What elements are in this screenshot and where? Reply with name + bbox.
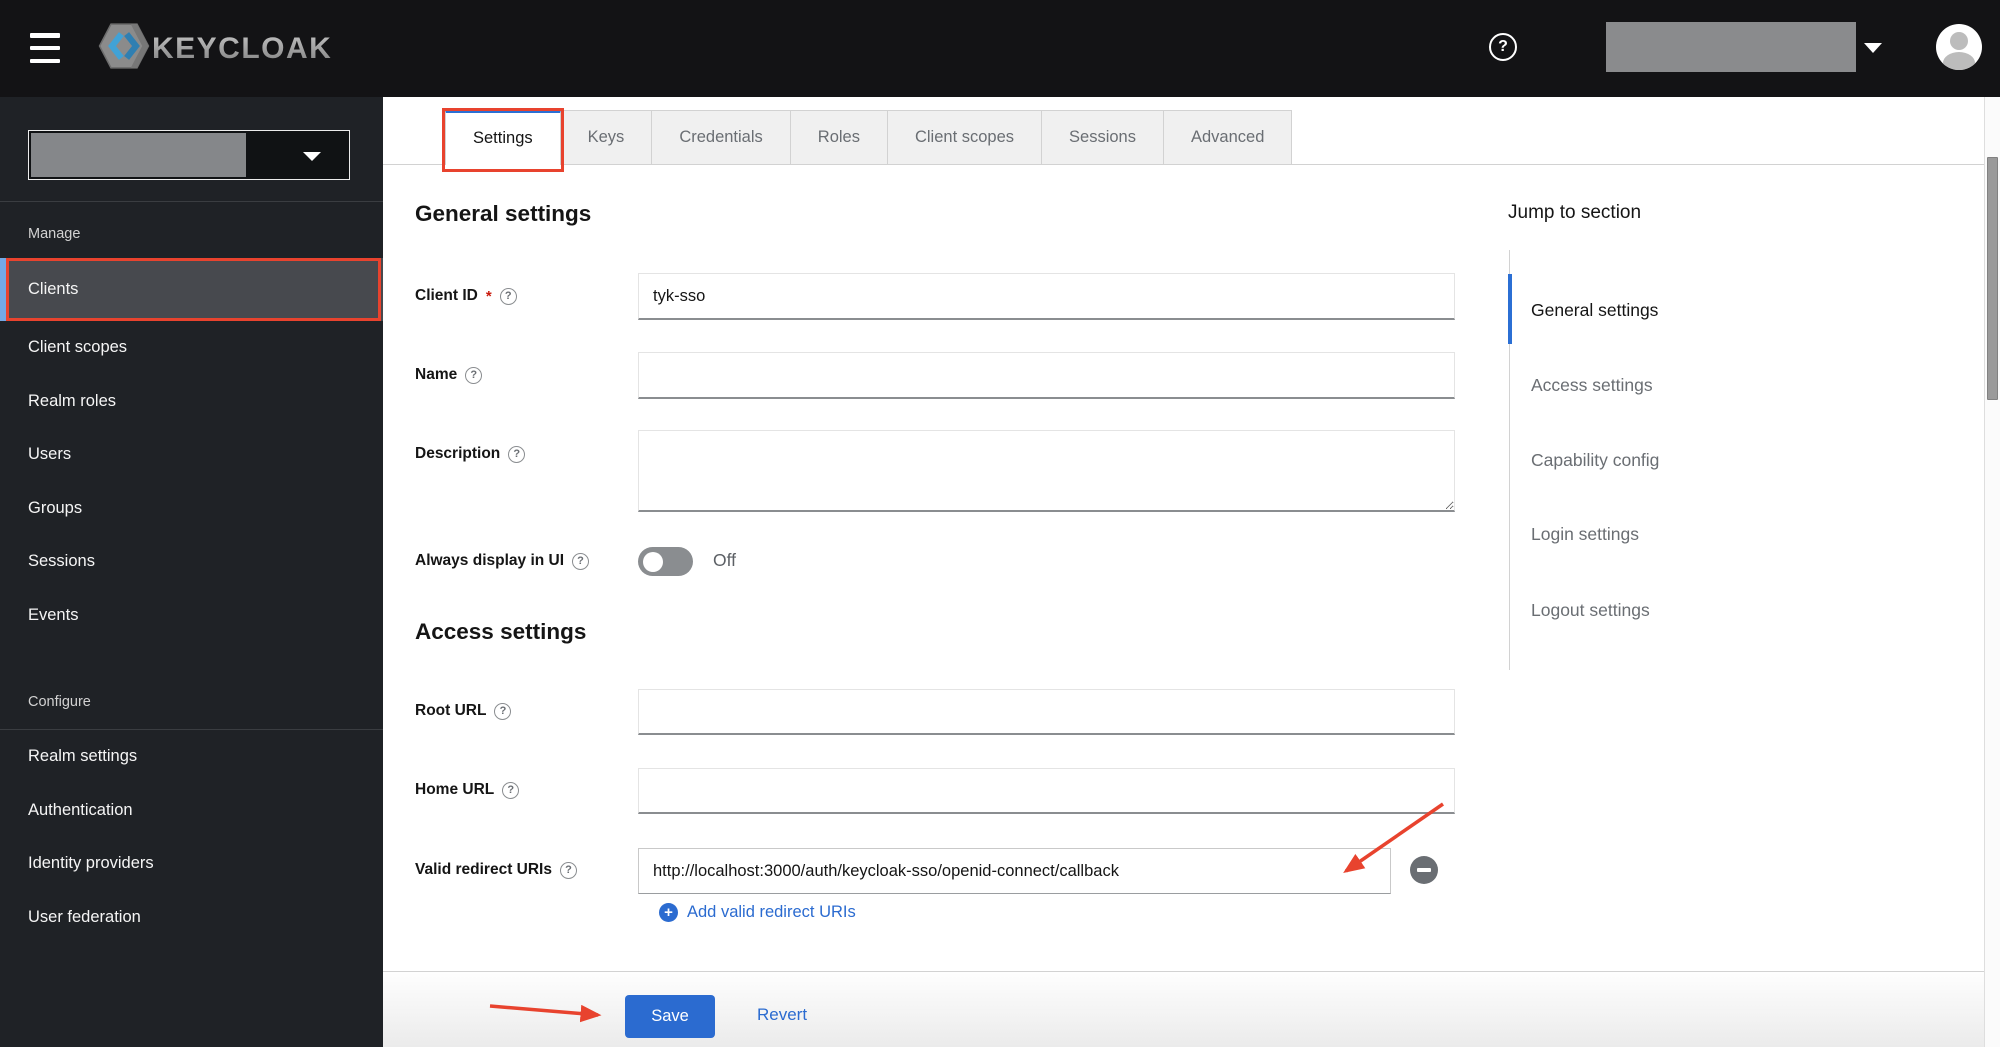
remove-redirect-uri-button[interactable]	[1410, 856, 1438, 884]
help-icon[interactable]: ?	[572, 552, 590, 570]
realm-name-redacted	[31, 133, 246, 177]
sidebar-divider	[0, 201, 383, 202]
home-url-label: Home URL ?	[415, 781, 520, 799]
help-icon[interactable]: ?	[559, 861, 577, 879]
chevron-down-icon[interactable]	[1864, 43, 1882, 53]
name-input[interactable]	[638, 352, 1455, 399]
access-settings-heading: Access settings	[415, 619, 587, 644]
jump-to-section-title: Jump to section	[1508, 202, 1642, 223]
always-display-label: Always display in UI ?	[415, 552, 590, 570]
client-id-label: Client ID * ?	[415, 287, 517, 305]
help-icon[interactable]: ?	[1489, 33, 1517, 61]
add-redirect-uri-link[interactable]: + Add valid redirect URIs	[659, 903, 856, 922]
tab-client-scopes[interactable]: Client scopes	[886, 110, 1043, 164]
keycloak-logo[interactable]: KEYCLOAK	[98, 20, 332, 77]
save-button[interactable]: Save	[625, 995, 715, 1038]
jump-item-general-settings[interactable]: General settings	[1510, 295, 1658, 325]
tab-credentials[interactable]: Credentials	[651, 110, 791, 164]
tab-roles[interactable]: Roles	[789, 110, 888, 164]
main-content: Settings Keys Credentials Roles Client s…	[383, 97, 2000, 1047]
jump-item-capability-config[interactable]: Capability config	[1510, 445, 1659, 475]
name-label: Name ?	[415, 366, 483, 384]
avatar-body-icon	[1943, 52, 1975, 70]
brand-text: KEYCLOAK	[152, 31, 333, 65]
description-textarea[interactable]	[638, 430, 1455, 512]
sidebar-item-realm-roles[interactable]: Realm roles	[0, 375, 383, 429]
avatar[interactable]	[1936, 24, 1982, 70]
keycloak-logo-icon	[98, 20, 150, 77]
sidebar-item-sessions[interactable]: Sessions	[0, 535, 383, 589]
root-url-input[interactable]	[638, 689, 1455, 735]
jump-item-logout-settings[interactable]: Logout settings	[1510, 595, 1650, 625]
description-label: Description ?	[415, 445, 526, 463]
jump-item-login-settings[interactable]: Login settings	[1510, 519, 1639, 549]
nav-section-manage: Manage	[28, 226, 81, 242]
vertical-scrollbar-track[interactable]	[1984, 97, 2000, 1047]
sidebar-item-authentication[interactable]: Authentication	[0, 784, 383, 838]
vertical-scrollbar-thumb[interactable]	[1987, 157, 1998, 400]
home-url-input[interactable]	[638, 768, 1455, 814]
chevron-down-icon	[303, 152, 321, 161]
valid-redirect-uris-label: Valid redirect URIs ?	[415, 861, 577, 879]
hamburger-menu-icon[interactable]	[30, 33, 60, 63]
sidebar-item-user-federation[interactable]: User federation	[0, 891, 383, 945]
form-action-bar: Save Revert	[383, 971, 1984, 1047]
tab-advanced[interactable]: Advanced	[1162, 110, 1293, 164]
plus-circle-icon: +	[659, 903, 678, 922]
tab-settings[interactable]: Settings	[442, 108, 564, 172]
sidebar-item-groups[interactable]: Groups	[0, 482, 383, 536]
jump-item-access-settings[interactable]: Access settings	[1510, 370, 1653, 400]
sidebar-item-client-scopes[interactable]: Client scopes	[0, 321, 383, 375]
nav-section-configure: Configure	[28, 694, 91, 710]
jump-to-section-nav: General settings Access settings Capabil…	[1507, 250, 1809, 670]
toggle-state-label: Off	[713, 550, 737, 570]
sidebar-item-events[interactable]: Events	[0, 589, 383, 643]
user-menu-redacted[interactable]	[1606, 22, 1856, 72]
tab-bar: Settings Keys Credentials Roles Client s…	[383, 108, 1984, 172]
client-id-input[interactable]	[638, 273, 1455, 320]
help-icon[interactable]: ?	[494, 702, 512, 720]
tab-keys[interactable]: Keys	[559, 110, 653, 164]
top-bar: KEYCLOAK ?	[0, 0, 2000, 97]
sidebar-item-clients[interactable]: Clients	[0, 258, 383, 321]
avatar-head-icon	[1950, 32, 1968, 50]
tab-sessions[interactable]: Sessions	[1041, 110, 1164, 164]
revert-link[interactable]: Revert	[757, 1005, 807, 1025]
help-icon[interactable]: ?	[502, 781, 520, 799]
help-icon[interactable]: ?	[465, 366, 483, 384]
general-settings-heading: General settings	[415, 201, 592, 226]
sidebar-item-identity-providers[interactable]: Identity providers	[0, 837, 383, 891]
toggle-knob	[643, 551, 663, 572]
valid-redirect-uri-input[interactable]	[638, 848, 1391, 894]
help-icon[interactable]: ?	[508, 445, 526, 463]
sidebar-item-realm-settings[interactable]: Realm settings	[0, 730, 383, 784]
realm-selector[interactable]	[28, 130, 350, 180]
help-icon[interactable]: ?	[499, 287, 517, 305]
sidebar-item-users[interactable]: Users	[0, 428, 383, 482]
sidebar: Manage Clients Client scopes Realm roles…	[0, 97, 383, 1047]
always-display-toggle[interactable]	[638, 547, 693, 576]
required-asterisk: *	[485, 287, 492, 305]
root-url-label: Root URL ?	[415, 702, 512, 720]
